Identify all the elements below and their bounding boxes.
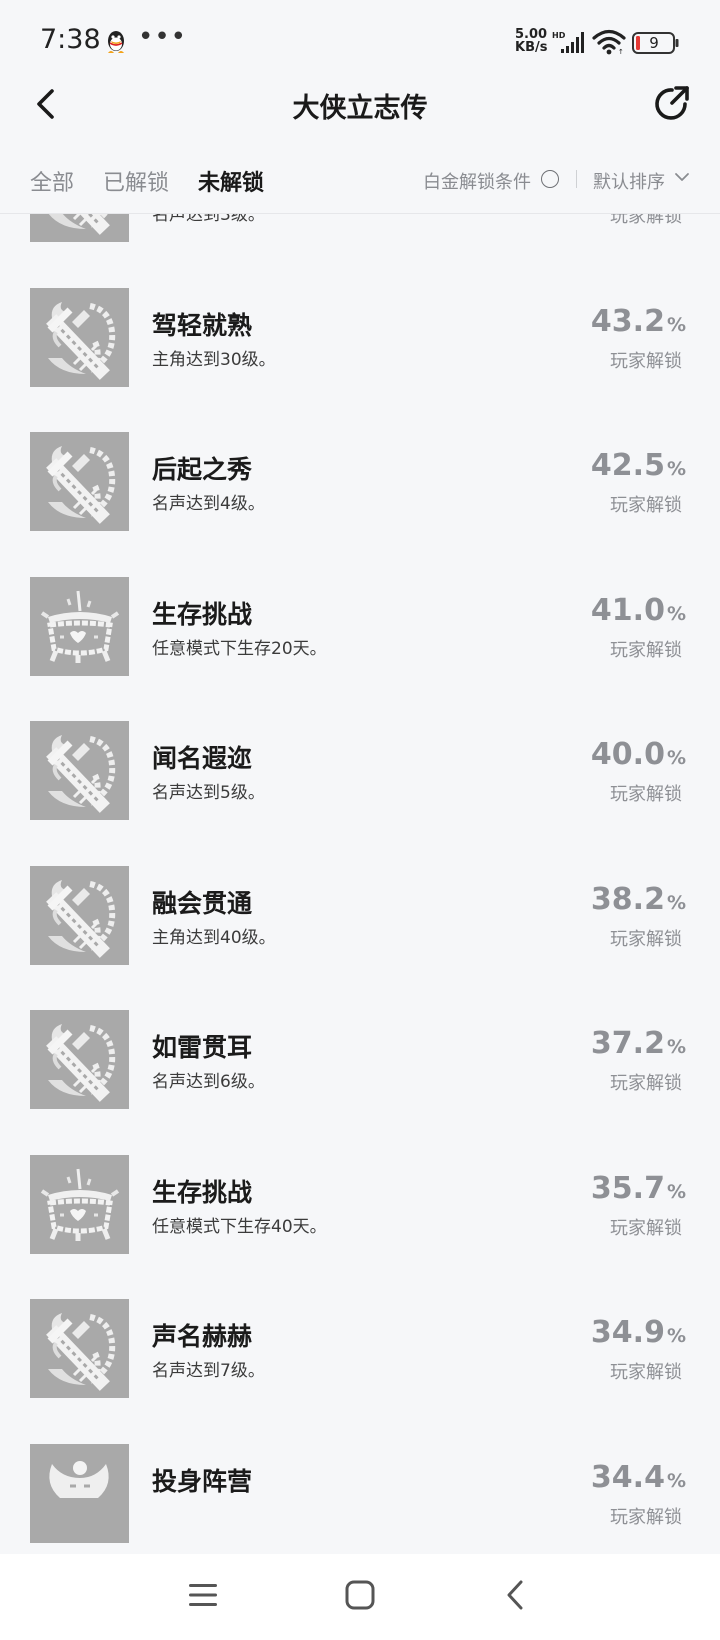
svg-text:HD: HD bbox=[552, 31, 566, 40]
qq-icon bbox=[108, 31, 124, 53]
unlock-percent-label: 玩家解锁 bbox=[610, 1362, 682, 1383]
more-icon: ••• bbox=[138, 22, 188, 52]
filter-bar: 全部 已解锁 未解锁 白金解锁条件 默认排序 bbox=[0, 155, 720, 213]
unlock-percent: 42.5% bbox=[590, 448, 686, 483]
tab-unlocked[interactable]: 已解锁 bbox=[103, 165, 169, 197]
achievement-item[interactable]: 生存挑战 任意模式下生存40天。 35.7% 玩家解锁 bbox=[0, 1154, 720, 1300]
unlock-percent: 34.9% bbox=[590, 1315, 686, 1350]
achievement-item[interactable]: 投身阵营 34.4% 玩家解锁 bbox=[0, 1443, 720, 1555]
achievement-item[interactable]: 声名赫赫 名声达到7级。 34.9% 玩家解锁 bbox=[0, 1299, 720, 1444]
unlock-percent: 34.4% bbox=[590, 1459, 686, 1495]
wifi-icon: ↑ bbox=[592, 29, 626, 55]
achievement-item[interactable]: 如雷贯耳 名声达到6级。 37.2% 玩家解锁 bbox=[0, 1010, 720, 1155]
achievement-name: 后起之秀 bbox=[152, 455, 253, 484]
unlock-percent: 40.0% bbox=[590, 737, 686, 772]
achievement-name: 驾轻就熟 bbox=[152, 310, 253, 340]
achievement-item[interactable]: 融会贯通 主角达到40级。 38.2% 玩家解锁 bbox=[0, 865, 720, 1011]
achievement-name: 投身阵营 bbox=[152, 1466, 253, 1496]
achievement-description: 名声达到3级。 bbox=[152, 214, 265, 225]
achievement-item[interactable]: 闻名遐迩 名声达到5级。 40.0% 玩家解锁 bbox=[0, 721, 720, 866]
achievement-name: 声名赫赫 bbox=[152, 1322, 253, 1351]
achievement-name: 如雷贯耳 bbox=[152, 1033, 253, 1062]
chevron-down-icon[interactable] bbox=[674, 171, 690, 183]
platinum-filter-label[interactable]: 白金解锁条件 bbox=[423, 168, 531, 194]
back-icon[interactable] bbox=[500, 1577, 530, 1613]
achievement-item[interactable]: 后起之秀 名声达到4级。 42.5% 玩家解锁 bbox=[0, 432, 720, 577]
tab-locked[interactable]: 未解锁 bbox=[198, 165, 264, 197]
battery-level: 9 bbox=[649, 34, 659, 52]
unlock-percent-label: 玩家解锁 bbox=[610, 928, 682, 950]
filter-divider bbox=[576, 170, 577, 188]
achievement-description: 任意模式下生存20天。 bbox=[152, 638, 327, 659]
unlock-percent: 37.2% bbox=[590, 1026, 686, 1061]
helmet-icon bbox=[30, 1443, 129, 1543]
status-time: 7:38 bbox=[40, 24, 101, 55]
achievement-description: 名声达到6级。 bbox=[152, 1072, 265, 1092]
cauldron-icon bbox=[30, 576, 129, 676]
sword-badge-icon bbox=[30, 214, 129, 242]
achievement-name: 生存挑战 bbox=[152, 1177, 253, 1207]
menu-icon[interactable] bbox=[186, 1578, 220, 1612]
sort-dropdown[interactable]: 默认排序 bbox=[593, 168, 665, 194]
page-title: 大侠立志传 bbox=[292, 93, 428, 124]
net-speed: 5.00 KB/s bbox=[515, 27, 548, 55]
unlock-percent-label: 玩家解锁 bbox=[610, 784, 682, 805]
achievement-description: 主角达到40级。 bbox=[152, 927, 276, 948]
unlock-percent-label: 玩家解锁 bbox=[610, 639, 682, 661]
sword-badge-icon bbox=[30, 1010, 129, 1109]
status-bar: 7:38 ••• 5.00 KB/s HD ↑ 9 bbox=[0, 0, 720, 84]
achievement-item[interactable]: 生存挑战 任意模式下生存20天。 41.0% 玩家解锁 bbox=[0, 576, 720, 722]
achievement-name: 闻名遐迩 bbox=[152, 744, 253, 773]
svg-text:↑: ↑ bbox=[618, 48, 624, 55]
cauldron-icon bbox=[30, 1154, 129, 1254]
share-button[interactable] bbox=[652, 84, 692, 124]
sword-badge-icon bbox=[30, 1299, 129, 1398]
unlock-percent-label: 玩家解锁 bbox=[610, 1073, 682, 1094]
achievement-name: 融会贯通 bbox=[152, 888, 253, 918]
achievement-description: 任意模式下生存40天。 bbox=[152, 1216, 327, 1237]
unlock-percent: 41.0% bbox=[590, 592, 686, 628]
unlock-percent-label: 玩家解锁 bbox=[610, 495, 682, 516]
sword-badge-icon bbox=[30, 432, 129, 531]
unlock-percent: 43.2% bbox=[590, 303, 686, 339]
achievement-item[interactable]: 名声鹊起 名声达到3级。 45.5% 玩家解锁 bbox=[0, 214, 720, 288]
achievement-description: 名声达到7级。 bbox=[152, 1361, 265, 1381]
sword-badge-icon bbox=[30, 287, 129, 387]
unlock-percent-label: 玩家解锁 bbox=[610, 1217, 682, 1239]
sword-badge-icon bbox=[30, 865, 129, 965]
achievement-description: 名声达到4级。 bbox=[152, 494, 265, 514]
achievement-item[interactable]: 驾轻就熟 主角达到30级。 43.2% 玩家解锁 bbox=[0, 287, 720, 433]
unlock-percent: 38.2% bbox=[590, 881, 686, 917]
unlock-percent-label: 玩家解锁 bbox=[610, 350, 682, 372]
tab-all[interactable]: 全部 bbox=[30, 165, 74, 197]
achievement-description: 名声达到5级。 bbox=[152, 783, 265, 803]
unlock-percent-label: 玩家解锁 bbox=[610, 1506, 682, 1528]
achievement-name: 生存挑战 bbox=[152, 599, 253, 629]
platinum-radio-icon[interactable] bbox=[541, 170, 559, 188]
signal-icon: HD bbox=[552, 31, 584, 53]
sword-badge-icon bbox=[30, 721, 129, 820]
achievement-description: 主角达到30级。 bbox=[152, 349, 276, 370]
unlock-percent: 35.7% bbox=[590, 1170, 686, 1206]
unlock-percent-label: 玩家解锁 bbox=[610, 214, 682, 227]
home-icon[interactable] bbox=[342, 1577, 378, 1613]
system-nav-bar bbox=[0, 1554, 720, 1640]
achievement-list[interactable]: 名声鹊起 名声达到3级。 45.5% 玩家解锁 驾轻就熟 主角达到30级。 43… bbox=[0, 214, 720, 1554]
